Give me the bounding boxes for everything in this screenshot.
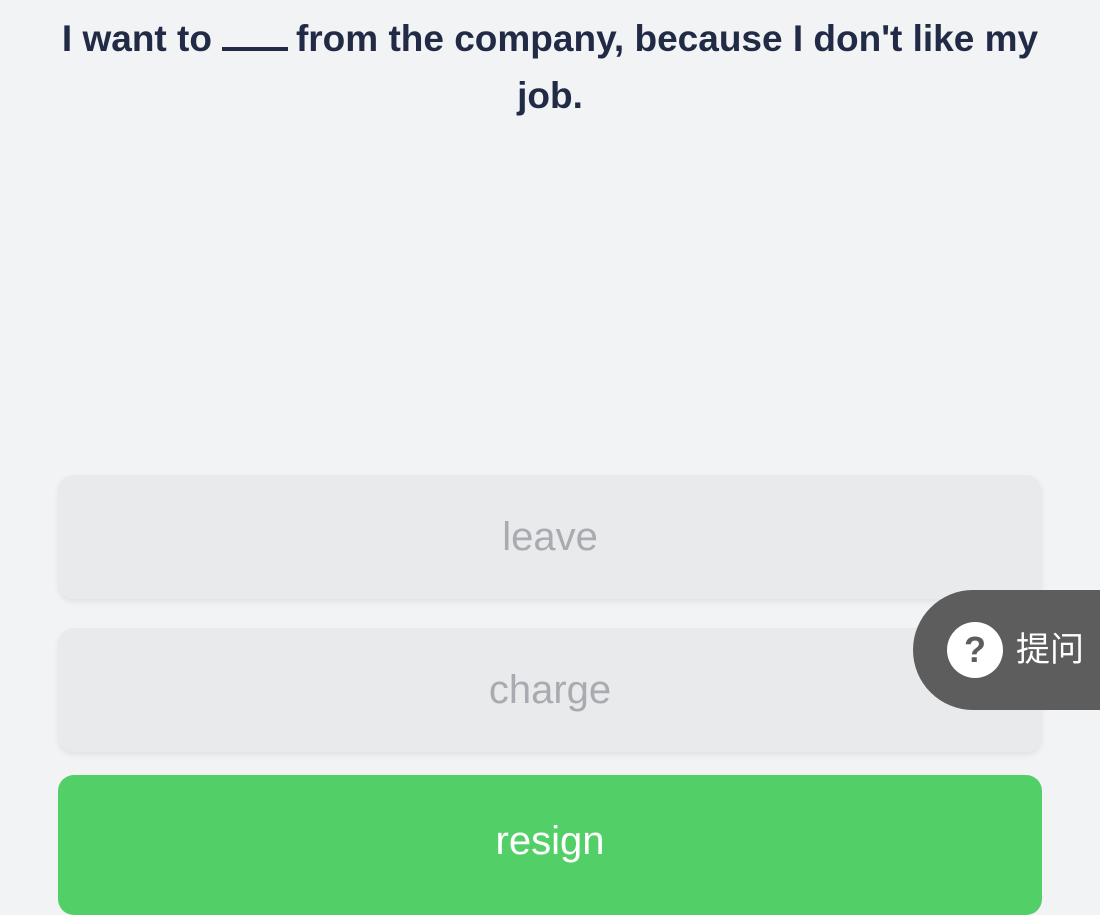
question-text: I want to from the company, because I don… xyxy=(50,10,1050,124)
ask-question-label: 提问 xyxy=(1016,630,1084,670)
option-label: resign xyxy=(495,819,605,863)
ask-question-button[interactable]: ? 提问 xyxy=(913,590,1100,710)
option-button-charge[interactable]: charge xyxy=(58,628,1042,752)
option-button-leave[interactable]: leave xyxy=(58,475,1042,599)
answer-blank xyxy=(221,47,288,51)
option-label: charge xyxy=(488,667,612,712)
option-button-resign[interactable]: resign xyxy=(58,775,1042,915)
option-label: leave xyxy=(502,514,598,559)
question-text-before-blank: I want to xyxy=(61,18,212,59)
question-circle-icon: ? xyxy=(947,622,1003,678)
question-text-after-blank: from the company, because I don't like m… xyxy=(295,18,1039,116)
